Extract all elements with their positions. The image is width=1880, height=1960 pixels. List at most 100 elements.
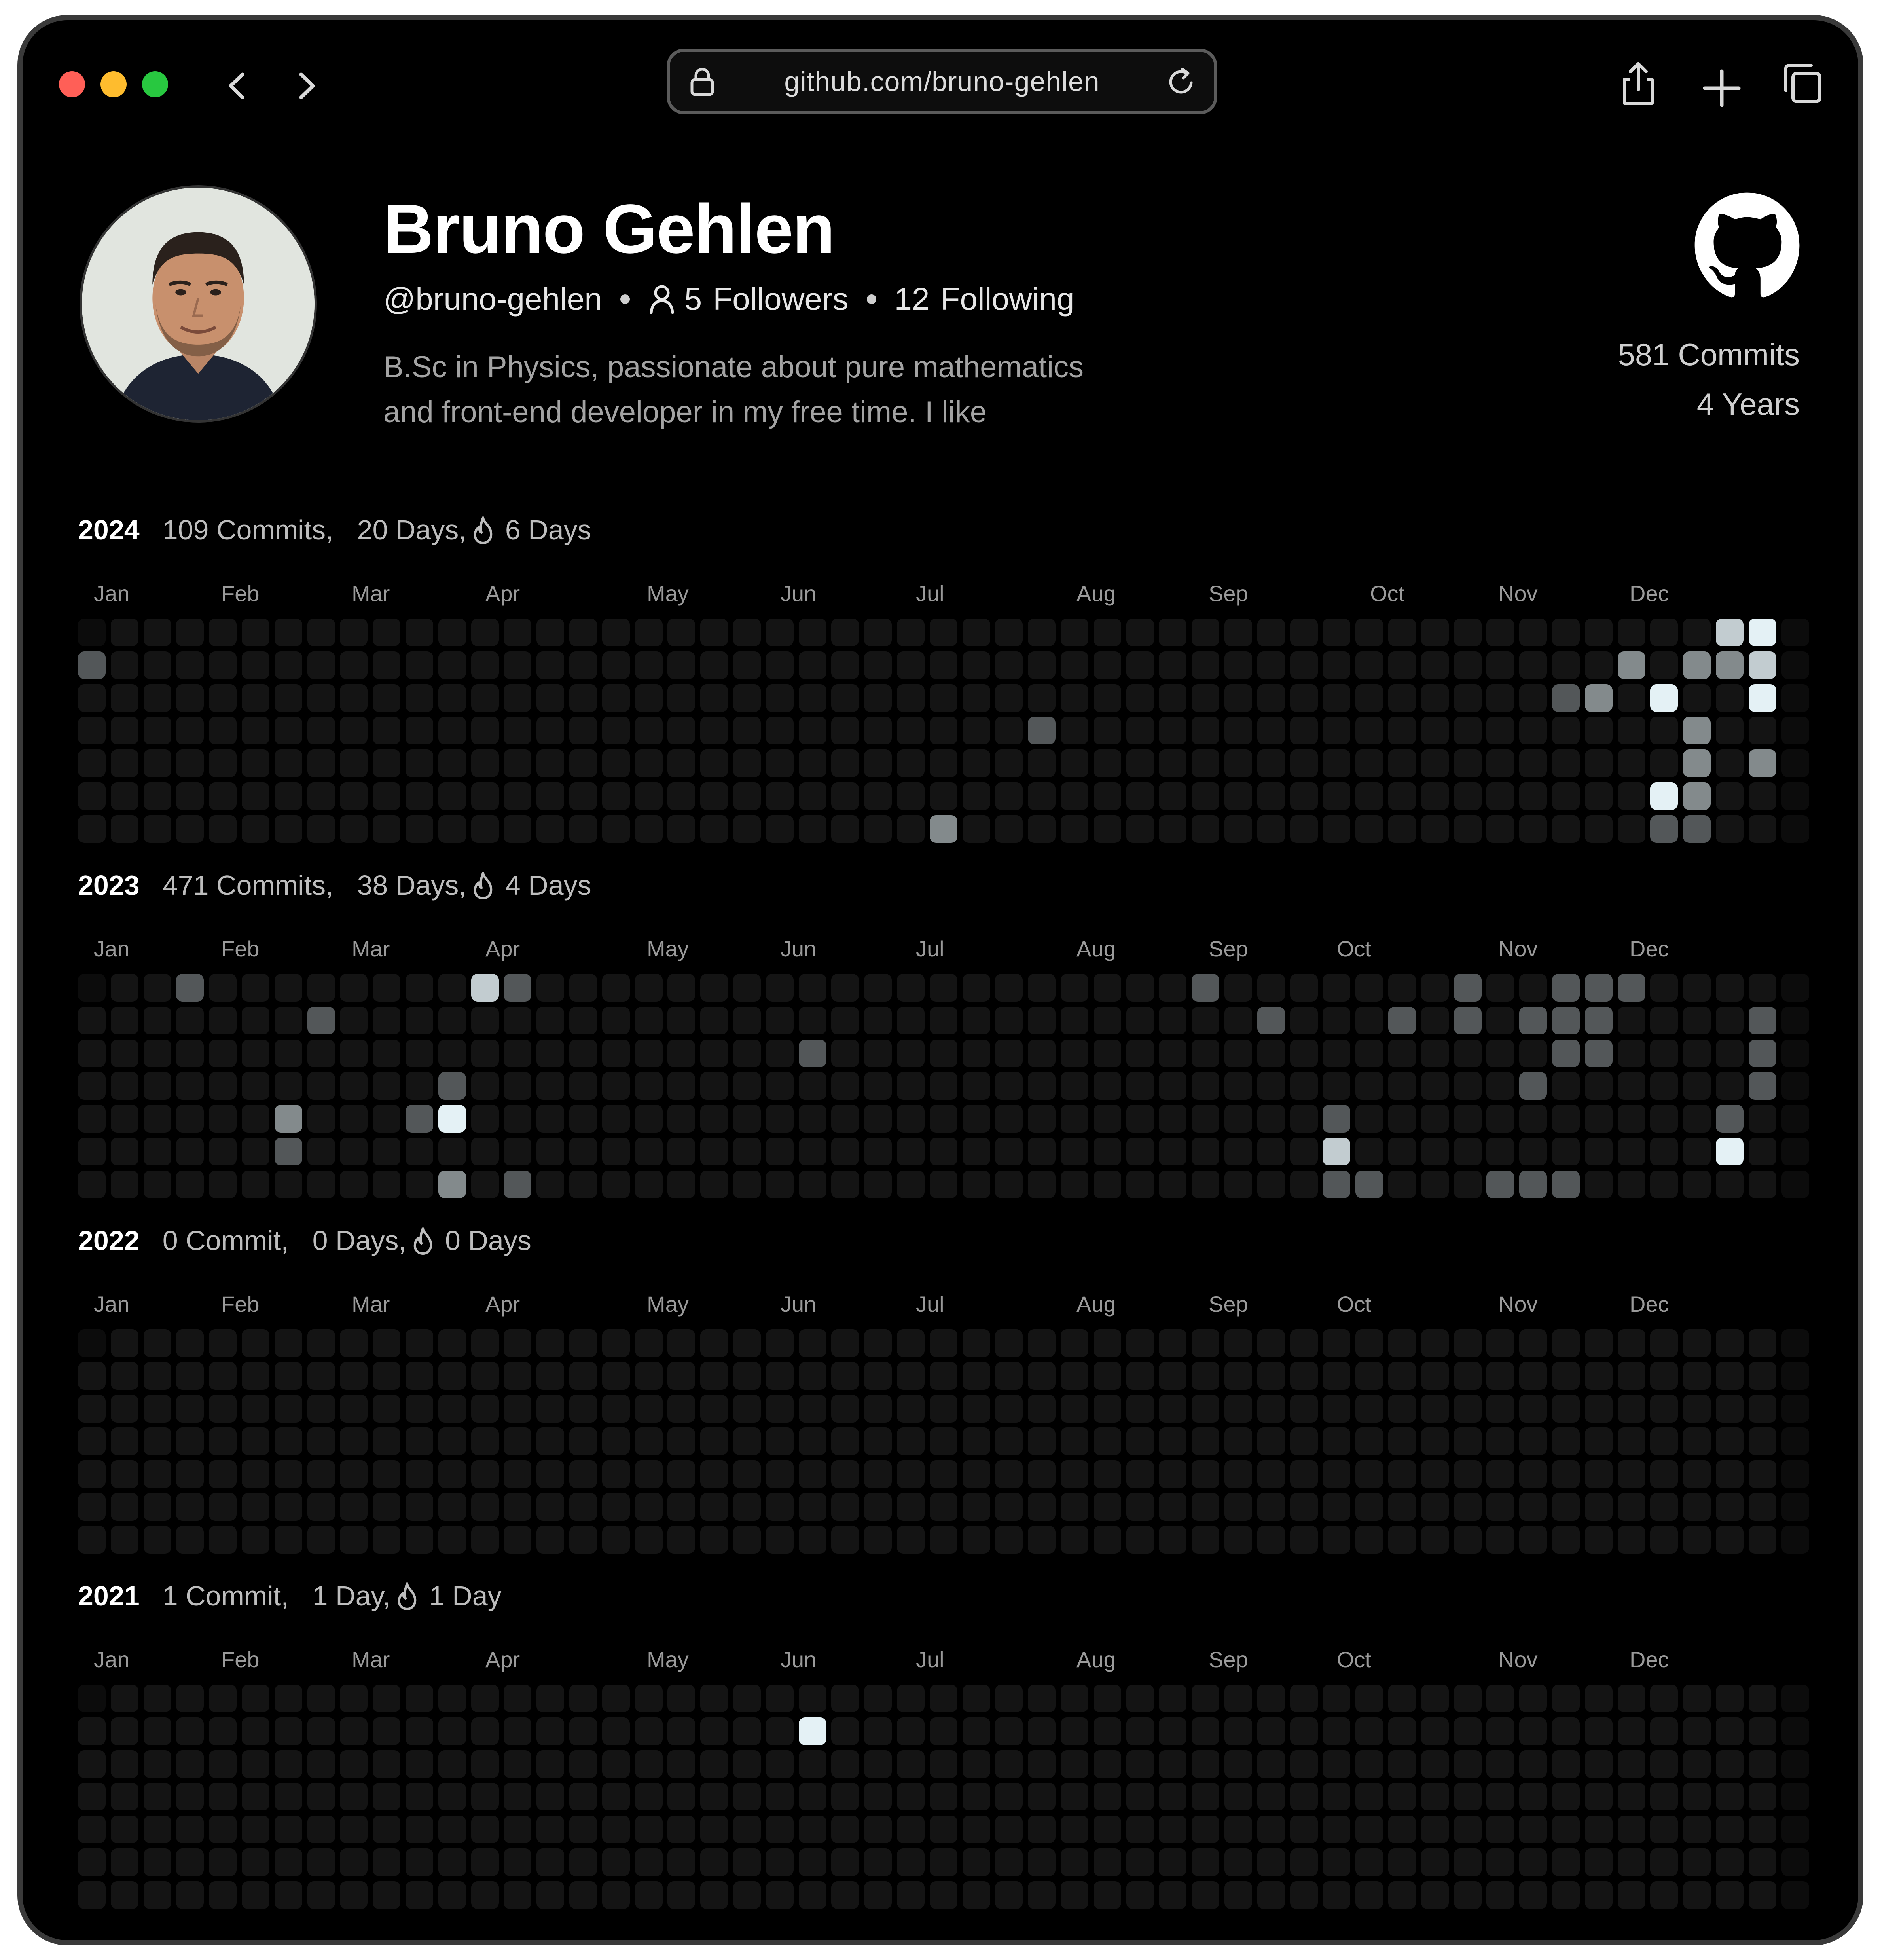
contribution-day-cell[interactable]: [1749, 717, 1776, 744]
contribution-day-cell[interactable]: [1028, 1362, 1056, 1390]
contribution-day-cell[interactable]: [1421, 1427, 1449, 1455]
contribution-day-cell[interactable]: [78, 651, 106, 679]
contribution-day-cell[interactable]: [1192, 684, 1219, 712]
contribution-day-cell[interactable]: [471, 1717, 499, 1745]
contribution-day-cell[interactable]: [176, 782, 204, 810]
contribution-day-cell[interactable]: [995, 1685, 1023, 1712]
contribution-day-cell[interactable]: [733, 1717, 761, 1745]
contribution-day-cell[interactable]: [78, 1750, 106, 1778]
contribution-day-cell[interactable]: [995, 749, 1023, 777]
contribution-day-cell[interactable]: [1585, 1329, 1613, 1357]
contribution-day-cell[interactable]: [963, 1329, 990, 1357]
contribution-day-cell[interactable]: [1388, 1072, 1416, 1100]
contribution-day-cell[interactable]: [504, 1493, 531, 1521]
contribution-day-cell[interactable]: [242, 1362, 269, 1390]
contribution-day-cell[interactable]: [504, 1717, 531, 1745]
contribution-day-cell[interactable]: [1061, 1362, 1088, 1390]
contribution-day-cell[interactable]: [307, 1329, 335, 1357]
contribution-day-cell[interactable]: [1355, 1783, 1383, 1810]
contribution-day-cell[interactable]: [307, 1395, 335, 1423]
contribution-day-cell[interactable]: [373, 1493, 400, 1521]
contribution-day-cell[interactable]: [1323, 717, 1350, 744]
contribution-day-cell[interactable]: [1388, 1717, 1416, 1745]
contribution-day-cell[interactable]: [471, 1460, 499, 1488]
contribution-day-cell[interactable]: [275, 1717, 302, 1745]
contribution-day-cell[interactable]: [373, 1685, 400, 1712]
contribution-day-cell[interactable]: [1159, 1395, 1186, 1423]
contribution-day-cell[interactable]: [995, 974, 1023, 1002]
contribution-day-cell[interactable]: [1454, 1783, 1482, 1810]
contribution-day-cell[interactable]: [111, 619, 138, 646]
contribution-day-cell[interactable]: [1388, 1493, 1416, 1521]
contribution-day-cell[interactable]: [602, 1395, 630, 1423]
contribution-day-cell[interactable]: [504, 1138, 531, 1165]
contribution-day-cell[interactable]: [1749, 1138, 1776, 1165]
contribution-day-cell[interactable]: [1094, 974, 1121, 1002]
contribution-day-cell[interactable]: [209, 815, 237, 843]
contribution-day-cell[interactable]: [340, 1072, 368, 1100]
contribution-day-cell[interactable]: [1650, 1040, 1678, 1067]
contribution-day-cell[interactable]: [1454, 1362, 1482, 1390]
contribution-day-cell[interactable]: [1224, 1105, 1252, 1133]
contribution-day-cell[interactable]: [1454, 1329, 1482, 1357]
contribution-day-cell[interactable]: [1519, 1816, 1547, 1843]
contribution-day-cell[interactable]: [635, 1329, 663, 1357]
contribution-day-cell[interactable]: [1749, 1072, 1776, 1100]
contribution-day-cell[interactable]: [242, 1526, 269, 1554]
contribution-day-cell[interactable]: [1421, 1395, 1449, 1423]
contribution-day-cell[interactable]: [406, 1427, 433, 1455]
contribution-day-cell[interactable]: [1716, 1717, 1744, 1745]
contribution-day-cell[interactable]: [1126, 1493, 1154, 1521]
contribution-day-cell[interactable]: [897, 1072, 925, 1100]
contribution-day-cell[interactable]: [471, 684, 499, 712]
contribution-day-cell[interactable]: [176, 1717, 204, 1745]
contribution-day-cell[interactable]: [144, 1816, 171, 1843]
contribution-day-cell[interactable]: [373, 1750, 400, 1778]
contribution-day-cell[interactable]: [1781, 1717, 1809, 1745]
contribution-day-cell[interactable]: [700, 717, 728, 744]
contribution-day-cell[interactable]: [766, 684, 794, 712]
contribution-day-cell[interactable]: [897, 1717, 925, 1745]
contribution-day-cell[interactable]: [176, 1783, 204, 1810]
contribution-day-cell[interactable]: [1323, 1395, 1350, 1423]
contribution-day-cell[interactable]: [1224, 1848, 1252, 1876]
contribution-day-cell[interactable]: [602, 1362, 630, 1390]
contribution-day-cell[interactable]: [635, 1362, 663, 1390]
contribution-day-cell[interactable]: [242, 1848, 269, 1876]
contribution-day-cell[interactable]: [1519, 1329, 1547, 1357]
zoom-window-button[interactable]: [142, 71, 168, 97]
contribution-day-cell[interactable]: [209, 1105, 237, 1133]
contribution-day-cell[interactable]: [897, 1427, 925, 1455]
contribution-day-cell[interactable]: [275, 619, 302, 646]
contribution-day-cell[interactable]: [504, 1685, 531, 1712]
contribution-day-cell[interactable]: [1323, 1171, 1350, 1198]
contribution-day-cell[interactable]: [1126, 1171, 1154, 1198]
contribution-day-cell[interactable]: [799, 1816, 826, 1843]
contribution-day-cell[interactable]: [799, 1427, 826, 1455]
contribution-day-cell[interactable]: [1159, 1072, 1186, 1100]
contribution-day-cell[interactable]: [1683, 815, 1711, 843]
contribution-day-cell[interactable]: [536, 1493, 564, 1521]
contribution-day-cell[interactable]: [1061, 1816, 1088, 1843]
contribution-day-cell[interactable]: [1454, 1072, 1482, 1100]
contribution-day-cell[interactable]: [242, 1493, 269, 1521]
contribution-day-cell[interactable]: [1028, 782, 1056, 810]
contribution-day-cell[interactable]: [307, 619, 335, 646]
contribution-day-cell[interactable]: [144, 1848, 171, 1876]
contribution-day-cell[interactable]: [1159, 782, 1186, 810]
contribution-day-cell[interactable]: [963, 749, 990, 777]
contribution-day-cell[interactable]: [1552, 1717, 1580, 1745]
contribution-day-cell[interactable]: [1159, 717, 1186, 744]
contribution-day-cell[interactable]: [1749, 1783, 1776, 1810]
contribution-day-cell[interactable]: [1716, 1138, 1744, 1165]
contribution-day-cell[interactable]: [1585, 1685, 1613, 1712]
contribution-day-cell[interactable]: [144, 1685, 171, 1712]
contribution-day-cell[interactable]: [667, 684, 695, 712]
contribution-day-cell[interactable]: [504, 1881, 531, 1909]
contribution-day-cell[interactable]: [667, 619, 695, 646]
contribution-day-cell[interactable]: [1486, 1881, 1514, 1909]
contribution-day-cell[interactable]: [1749, 974, 1776, 1002]
contribution-day-cell[interactable]: [536, 1007, 564, 1034]
contribution-day-cell[interactable]: [799, 1881, 826, 1909]
contribution-day-cell[interactable]: [635, 1427, 663, 1455]
